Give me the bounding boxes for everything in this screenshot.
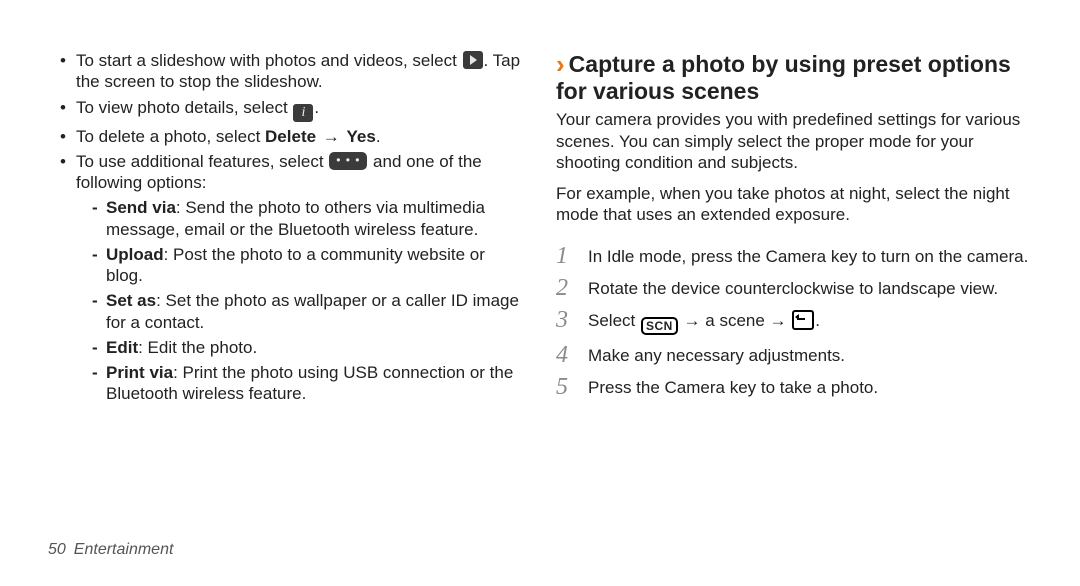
info-icon — [293, 104, 313, 122]
text: → a scene → — [679, 311, 791, 330]
step-number: 4 — [556, 343, 578, 367]
numbered-steps: 1 In Idle mode, press the Camera key to … — [556, 244, 1032, 399]
section-heading: ›Capture a photo by using preset options… — [556, 50, 1032, 105]
text: . — [815, 311, 820, 330]
text: : Edit the photo. — [138, 338, 257, 357]
label: Set as — [106, 291, 156, 310]
text: . — [376, 127, 381, 146]
play-icon — [463, 51, 483, 69]
text: . — [314, 98, 319, 117]
sub-send-via: Send via: Send the photo to others via m… — [92, 197, 524, 240]
step-number: 1 — [556, 244, 578, 268]
bullet-additional-features: To use additional features, select and o… — [60, 151, 524, 405]
step-number: 2 — [556, 276, 578, 300]
left-column: To start a slideshow with photos and vid… — [48, 50, 524, 409]
text: : Set the photo as wallpaper or a caller… — [106, 291, 519, 331]
heading-text: Capture a photo by using preset options … — [556, 51, 1011, 104]
page-footer: 50 Entertainment — [48, 540, 173, 560]
sub-set-as: Set as: Set the photo as wallpaper or a … — [92, 290, 524, 333]
more-dots-icon — [329, 152, 367, 170]
spacer — [556, 173, 1032, 183]
step-text: Make any necessary adjustments. — [588, 343, 1032, 366]
text: To use additional features, select — [76, 152, 328, 171]
sub-print-via: Print via: Print the photo using USB con… — [92, 362, 524, 405]
step-3: 3 Select SCN → a scene → . — [556, 308, 1032, 335]
step-text: Rotate the device counterclockwise to la… — [588, 276, 1032, 299]
text: To view photo details, select — [76, 98, 292, 117]
text: To start a slideshow with photos and vid… — [76, 51, 462, 70]
back-icon — [792, 310, 814, 330]
text: Select — [588, 311, 640, 330]
bullet-delete-photo: To delete a photo, select Delete → Yes. — [60, 126, 524, 147]
label-yes: Yes — [347, 127, 376, 146]
label: Print via — [106, 363, 173, 382]
scn-mode-icon: SCN — [641, 317, 678, 335]
paragraph-intro: Your camera provides you with predefined… — [556, 109, 1032, 173]
bullet-slideshow: To start a slideshow with photos and vid… — [60, 50, 524, 93]
step-number: 5 — [556, 375, 578, 399]
step-text: Select SCN → a scene → . — [588, 308, 1032, 335]
step-text: Press the Camera key to take a photo. — [588, 375, 1032, 398]
label: Upload — [106, 245, 164, 264]
page-number: 50 — [48, 541, 66, 558]
bullet-photo-details: To view photo details, select . — [60, 97, 524, 122]
sub-edit: Edit: Edit the photo. — [92, 337, 524, 358]
chevron-right-icon: › — [556, 49, 569, 79]
step-text: In Idle mode, press the Camera key to tu… — [588, 244, 1032, 267]
text: To delete a photo, select — [76, 127, 265, 146]
label: Edit — [106, 338, 138, 357]
text: : Post the photo to a community website … — [106, 245, 485, 285]
label-delete: Delete — [265, 127, 316, 146]
feature-bullets: To start a slideshow with photos and vid… — [48, 50, 524, 405]
right-column: ›Capture a photo by using preset options… — [556, 50, 1032, 409]
step-2: 2 Rotate the device counterclockwise to … — [556, 276, 1032, 300]
step-4: 4 Make any necessary adjustments. — [556, 343, 1032, 367]
section-name: Entertainment — [74, 541, 174, 558]
arrow: → — [316, 127, 346, 146]
step-number: 3 — [556, 308, 578, 332]
sub-options: Send via: Send the photo to others via m… — [76, 197, 524, 404]
step-1: 1 In Idle mode, press the Camera key to … — [556, 244, 1032, 268]
two-column-layout: To start a slideshow with photos and vid… — [48, 50, 1032, 409]
step-5: 5 Press the Camera key to take a photo. — [556, 375, 1032, 399]
paragraph-example: For example, when you take photos at nig… — [556, 183, 1032, 226]
label: Send via — [106, 198, 176, 217]
manual-page: To start a slideshow with photos and vid… — [0, 0, 1080, 586]
sub-upload: Upload: Post the photo to a community we… — [92, 244, 524, 287]
